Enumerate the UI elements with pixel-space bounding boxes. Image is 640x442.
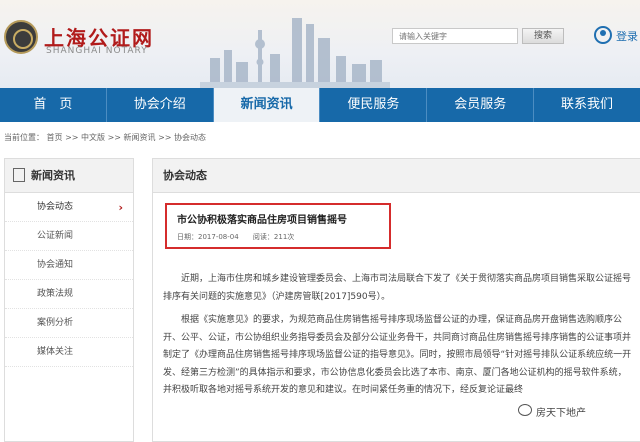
search-button[interactable]: 搜索 bbox=[522, 28, 564, 44]
sidebar-item-regulations[interactable]: 政策法规 bbox=[5, 280, 133, 309]
document-icon bbox=[13, 168, 25, 182]
main-nav: 首 页 协会介绍 新闻资讯 便民服务 会员服务 联系我们 bbox=[0, 88, 640, 122]
section-title: 协会动态 bbox=[153, 159, 640, 193]
sidebar-item-label: 公证新闻 bbox=[37, 231, 74, 241]
sidebar-item-association-news[interactable]: 协会动态 › bbox=[5, 193, 133, 222]
article-reads: 阅读：211次 bbox=[252, 233, 295, 241]
nav-item-services[interactable]: 便民服务 bbox=[320, 88, 428, 122]
article-body: 近期，上海市住房和城乡建设管理委员会、上海市司法局联合下发了《关于贯彻落实商品房… bbox=[163, 271, 633, 406]
sidebar-item-label: 协会动态 bbox=[37, 202, 74, 212]
chevron-right-icon: › bbox=[118, 201, 123, 214]
nav-item-about[interactable]: 协会介绍 bbox=[107, 88, 214, 122]
user-login-icon[interactable] bbox=[594, 26, 612, 44]
login-link[interactable]: 登录 bbox=[616, 28, 638, 44]
nav-item-member[interactable]: 会员服务 bbox=[427, 88, 535, 122]
site-header: 上海公证网 SHANGHAI NOTARY 搜索 登录 bbox=[0, 0, 640, 88]
sidebar-item-notary-news[interactable]: 公证新闻 bbox=[5, 222, 133, 251]
main-content: 协会动态 市公协积极落实商品住房项目销售摇号 日期：2017-08-04 阅读：… bbox=[152, 158, 640, 442]
article-meta: 日期：2017-08-04 阅读：211次 bbox=[177, 232, 379, 242]
city-skyline-image bbox=[200, 18, 390, 88]
sidebar-item-media[interactable]: 媒体关注 bbox=[5, 338, 133, 367]
site-logo-subtitle: SHANGHAI NOTARY bbox=[46, 46, 148, 56]
wechat-watermark-icon bbox=[518, 404, 532, 416]
article-paragraph: 近期，上海市住房和城乡建设管理委员会、上海市司法局联合下发了《关于贯彻落实商品房… bbox=[163, 274, 632, 302]
sidebar-header: 新闻资讯 bbox=[5, 159, 133, 193]
sidebar: 新闻资讯 协会动态 › 公证新闻 协会通知 政策法规 案例分析 媒体关注 bbox=[4, 158, 134, 442]
article-paragraph: 根据《实施意见》的要求，为规范商品住房销售摇号排序现场监督公证的办理，保证商品房… bbox=[163, 315, 632, 395]
breadcrumb[interactable]: 当前位置： 首页 >> 中文版 >> 新闻资讯 >> 协会动态 bbox=[4, 132, 206, 143]
sidebar-item-label: 媒体关注 bbox=[37, 347, 74, 357]
sidebar-item-cases[interactable]: 案例分析 bbox=[5, 309, 133, 338]
nav-item-news[interactable]: 新闻资讯 bbox=[213, 88, 321, 122]
article-date: 日期：2017-08-04 bbox=[177, 233, 239, 241]
sidebar-item-label: 协会通知 bbox=[37, 260, 74, 270]
article-title: 市公协积极落实商品住房项目销售摇号 bbox=[177, 215, 347, 226]
nav-item-contact[interactable]: 联系我们 bbox=[534, 88, 640, 122]
sidebar-item-label: 政策法规 bbox=[37, 289, 74, 299]
nav-item-home[interactable]: 首 页 bbox=[0, 88, 107, 122]
sidebar-title: 新闻资讯 bbox=[31, 169, 75, 182]
sidebar-item-notices[interactable]: 协会通知 bbox=[5, 251, 133, 280]
notary-emblem-icon bbox=[4, 20, 38, 54]
watermark: 房天下地产 bbox=[536, 404, 586, 419]
article-header-highlight: 市公协积极落实商品住房项目销售摇号 日期：2017-08-04 阅读：211次 bbox=[165, 203, 391, 249]
search-input[interactable] bbox=[392, 28, 518, 44]
sidebar-item-label: 案例分析 bbox=[37, 318, 74, 328]
